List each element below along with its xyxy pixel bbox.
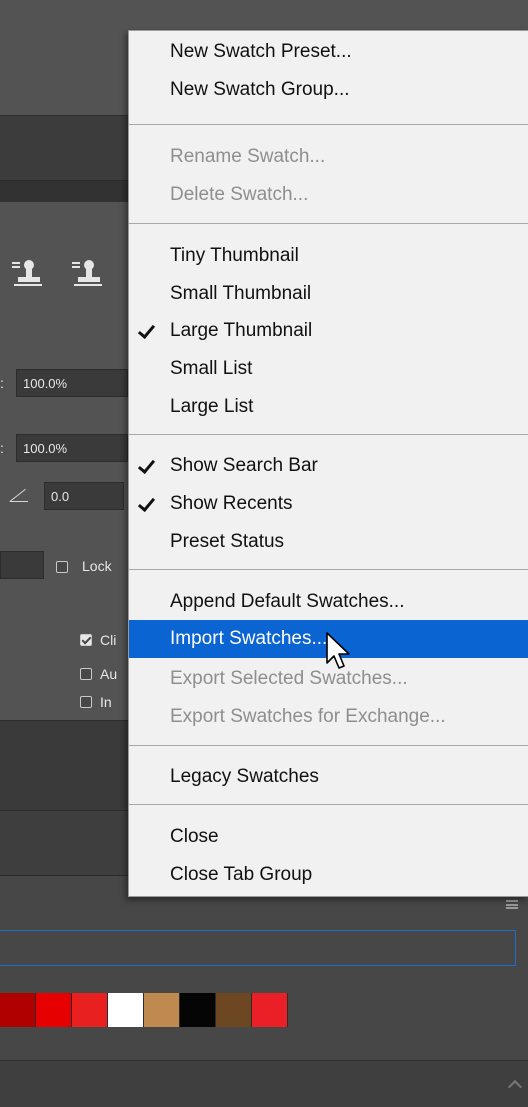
fill-colon: : [0, 440, 4, 456]
swatches-flyout-menu: New Swatch Preset... New Swatch Group...… [128, 30, 528, 897]
checkmark-icon [137, 455, 156, 475]
checkmark-icon [137, 493, 156, 513]
swatch-search-input[interactable] [0, 930, 516, 966]
menu-separator [129, 569, 528, 570]
menu-item-small-thumbnail[interactable]: Small Thumbnail [129, 275, 528, 313]
menu-separator [129, 223, 528, 224]
menu-item-show-search-bar[interactable]: Show Search Bar [129, 447, 528, 485]
stamp-tool-icon[interactable] [12, 260, 42, 290]
swatch[interactable] [180, 993, 216, 1027]
swatch[interactable] [252, 993, 288, 1027]
invert-checkbox[interactable] [80, 696, 92, 708]
menu-item-export-swatches-for-exchange[interactable]: Export Swatches for Exchange... [129, 698, 528, 736]
menu-item-legacy-swatches[interactable]: Legacy Swatches [129, 758, 528, 796]
invert-label: In [100, 694, 112, 710]
menu-item-new-swatch-group[interactable]: New Swatch Group... [129, 71, 528, 109]
swatch[interactable] [108, 993, 144, 1027]
opacity-field[interactable]: 100.0% [16, 369, 128, 397]
lock-checkbox[interactable] [56, 561, 68, 573]
position-field[interactable] [0, 551, 44, 579]
angle-field[interactable]: 0.0 [44, 482, 124, 510]
menu-item-close-tab-group[interactable]: Close Tab Group [129, 856, 528, 894]
swatch[interactable] [36, 993, 72, 1027]
menu-item-large-list[interactable]: Large List [129, 388, 528, 426]
checkmark-icon [137, 320, 156, 340]
recent-swatches [0, 993, 288, 1027]
menu-item-tiny-thumbnail[interactable]: Tiny Thumbnail [129, 237, 528, 275]
menu-item-small-list[interactable]: Small List [129, 350, 528, 388]
menu-separator [129, 124, 528, 125]
menu-item-close[interactable]: Close [129, 818, 528, 856]
menu-item-new-swatch-preset[interactable]: New Swatch Preset... [129, 33, 528, 71]
swatch[interactable] [72, 993, 108, 1027]
menu-item-preset-status[interactable]: Preset Status [129, 523, 528, 561]
lock-label: Lock [82, 558, 112, 574]
opacity-colon: : [0, 375, 4, 391]
menu-item-rename-swatch[interactable]: Rename Swatch... [129, 138, 528, 176]
panel-bottom-bar [0, 1060, 528, 1107]
auto-label: Au [100, 666, 118, 682]
swatch[interactable] [216, 993, 252, 1027]
menu-separator [129, 745, 528, 746]
swatch[interactable] [0, 993, 36, 1027]
auto-checkbox[interactable] [80, 668, 92, 680]
swatch[interactable] [144, 993, 180, 1027]
angle-icon [10, 488, 28, 502]
clip-label: Cli [100, 632, 117, 648]
menu-separator [129, 804, 528, 805]
pointer-cursor-icon [326, 632, 350, 669]
menu-item-show-recents[interactable]: Show Recents [129, 485, 528, 523]
clip-checkbox[interactable] [80, 634, 92, 646]
menu-item-append-default-swatches[interactable]: Append Default Swatches... [129, 583, 528, 621]
menu-item-large-thumbnail[interactable]: Large Thumbnail [129, 312, 528, 350]
menu-separator [129, 434, 528, 435]
menu-item-delete-swatch[interactable]: Delete Swatch... [129, 176, 528, 214]
panel-menu-icon[interactable] [506, 900, 518, 909]
stamp-tool-icon[interactable] [72, 260, 102, 290]
fill-field[interactable]: 100.0% [16, 434, 128, 462]
